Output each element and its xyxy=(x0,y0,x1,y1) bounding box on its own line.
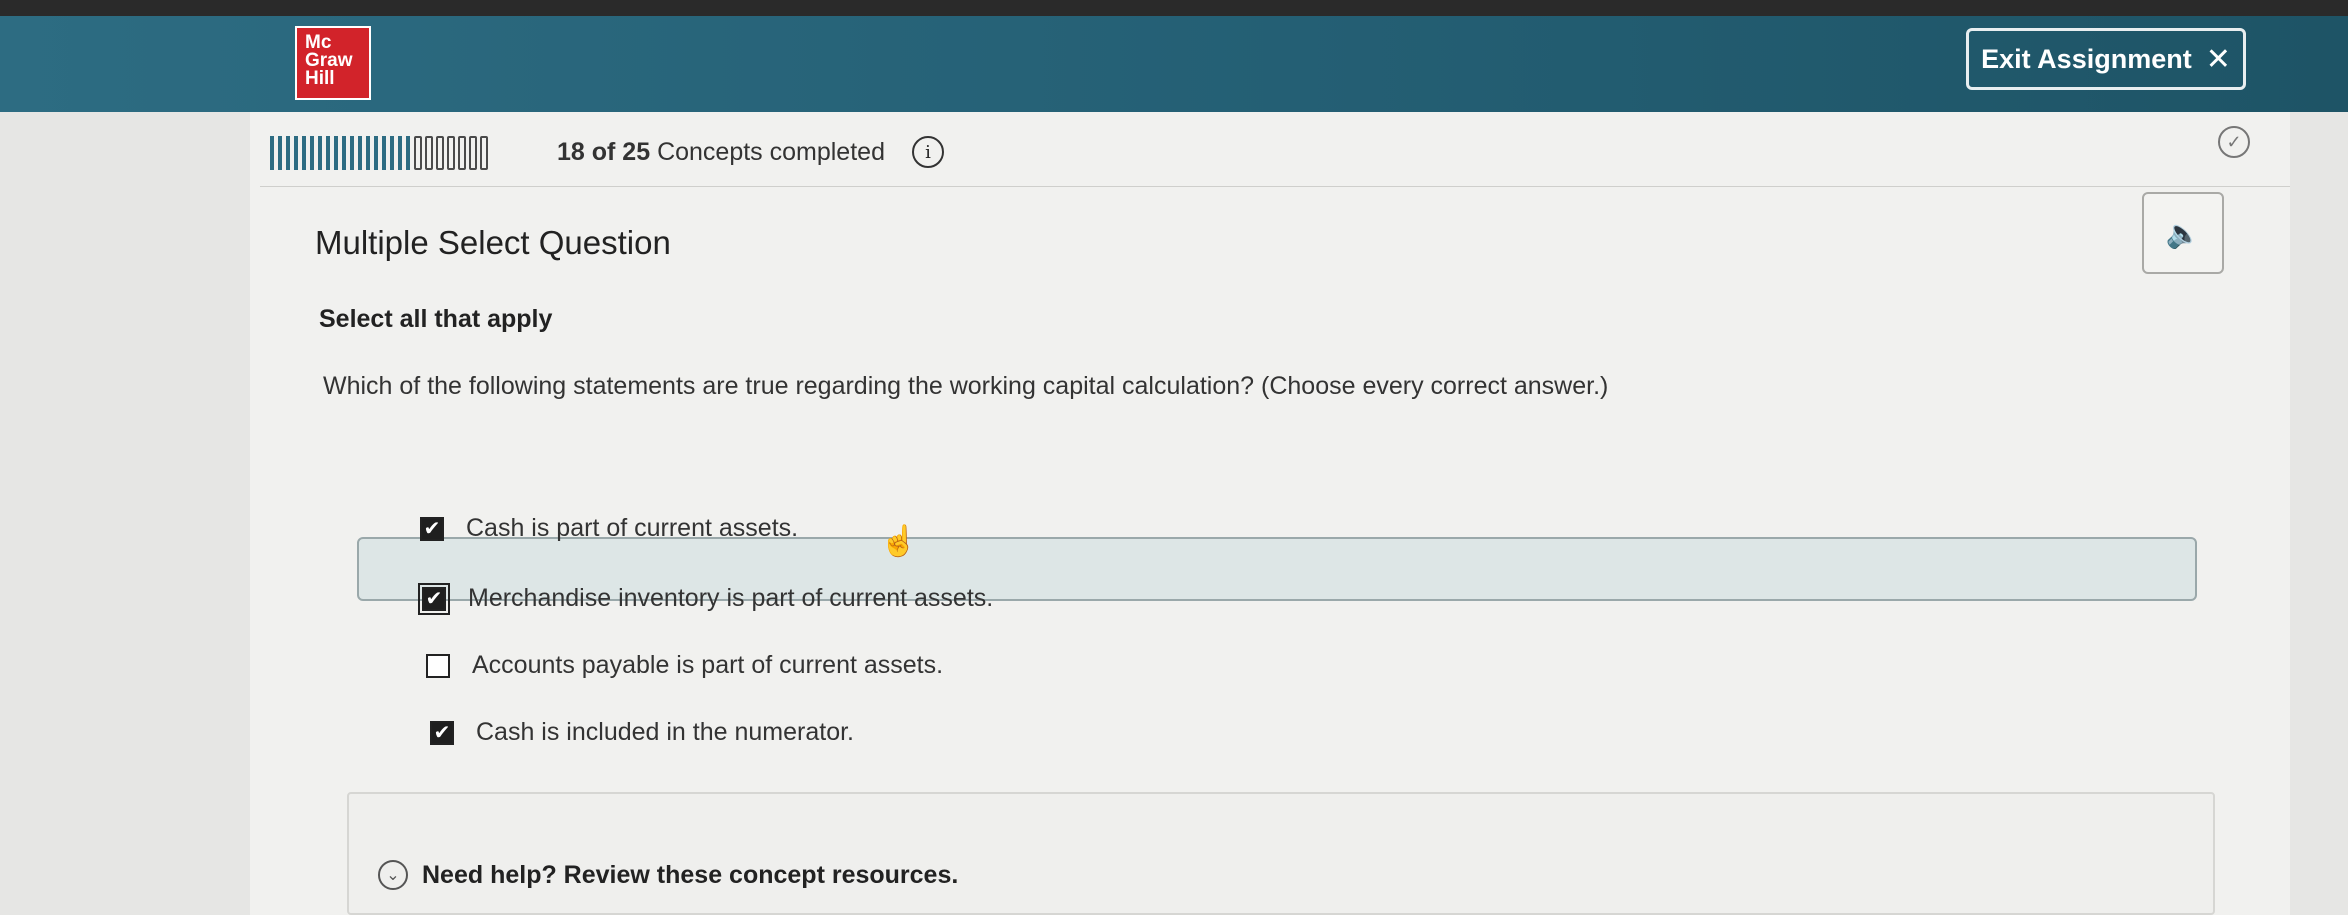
hand-pointer-icon: ☝ xyxy=(880,525,918,558)
exit-assignment-label: Exit Assignment xyxy=(1981,43,2192,74)
progress-segment xyxy=(318,136,322,170)
answer-option-4[interactable]: ✔ Cash is included in the numerator. xyxy=(430,718,854,747)
answer-option-3[interactable]: Accounts payable is part of current asse… xyxy=(426,651,943,680)
check-circle-icon: ✓ xyxy=(2218,126,2250,158)
progress-segment xyxy=(286,136,290,170)
progress-segment xyxy=(366,136,370,170)
question-instruction: Select all that apply xyxy=(319,305,553,333)
read-aloud-button[interactable]: 🔈 xyxy=(2142,192,2224,274)
progress-segment xyxy=(469,136,477,170)
progress-segment xyxy=(406,136,410,170)
progress-segment xyxy=(270,136,274,170)
progress-label: Concepts completed xyxy=(657,138,885,166)
progress-segment xyxy=(414,136,422,170)
option-4-checkbox[interactable]: ✔ xyxy=(430,720,454,745)
progress-segment xyxy=(302,136,306,170)
divider xyxy=(260,186,2290,187)
option-3-checkbox[interactable] xyxy=(426,653,450,678)
close-icon: ✕ xyxy=(2205,42,2231,76)
progress-segment xyxy=(294,136,298,170)
speaker-icon: 🔈 xyxy=(2165,217,2201,249)
chevron-down-icon: ⌄ xyxy=(378,860,408,890)
option-1-checkbox[interactable]: ✔ xyxy=(420,516,444,541)
question-prompt: Which of the following statements are tr… xyxy=(323,372,1609,400)
progress-segment xyxy=(278,136,282,170)
progress-segment xyxy=(447,136,455,170)
option-1-label: Cash is part of current assets. xyxy=(466,514,799,542)
app-header: Mc Graw Hill Exit Assignment ✕ xyxy=(0,16,2348,112)
progress-segment xyxy=(334,136,338,170)
progress-segment xyxy=(342,136,346,170)
progress-segment xyxy=(326,136,330,170)
progress-segment xyxy=(458,136,466,170)
progress-segment xyxy=(480,136,488,170)
progress-text: 18 of 25 Concepts completed xyxy=(557,138,885,167)
progress-segment xyxy=(436,136,444,170)
top-strip xyxy=(0,0,2348,16)
progress-segment xyxy=(350,136,354,170)
progress-segment xyxy=(382,136,386,170)
info-icon[interactable]: i xyxy=(912,136,944,168)
mcgraw-hill-logo: Mc Graw Hill xyxy=(295,26,371,100)
progress-segment xyxy=(358,136,362,170)
answer-option-2[interactable]: ✔ Merchandise inventory is part of curre… xyxy=(418,582,994,615)
question-type-title: Multiple Select Question xyxy=(315,224,671,261)
concept-progress-bar xyxy=(270,136,491,170)
option-2-label: Merchandise inventory is part of current… xyxy=(468,584,994,612)
option-4-label: Cash is included in the numerator. xyxy=(476,718,854,746)
logo-line-3: Hill xyxy=(305,68,335,89)
progress-segment xyxy=(398,136,402,170)
progress-segment xyxy=(390,136,394,170)
help-resources-label: Need help? Review these concept resource… xyxy=(422,860,959,889)
progress-count: 18 of 25 xyxy=(557,138,651,166)
help-resources-toggle[interactable]: ⌄ Need help? Review these concept resour… xyxy=(378,860,958,890)
option-3-label: Accounts payable is part of current asse… xyxy=(472,651,944,679)
progress-segment xyxy=(374,136,378,170)
help-resources-panel xyxy=(347,792,2215,915)
answer-option-1[interactable]: ✔ Cash is part of current assets. xyxy=(420,514,798,543)
option-2-checkbox[interactable]: ✔ xyxy=(418,582,450,615)
progress-segment xyxy=(425,136,433,170)
progress-segment xyxy=(310,136,314,170)
exit-assignment-button[interactable]: Exit Assignment ✕ xyxy=(1966,28,2246,90)
